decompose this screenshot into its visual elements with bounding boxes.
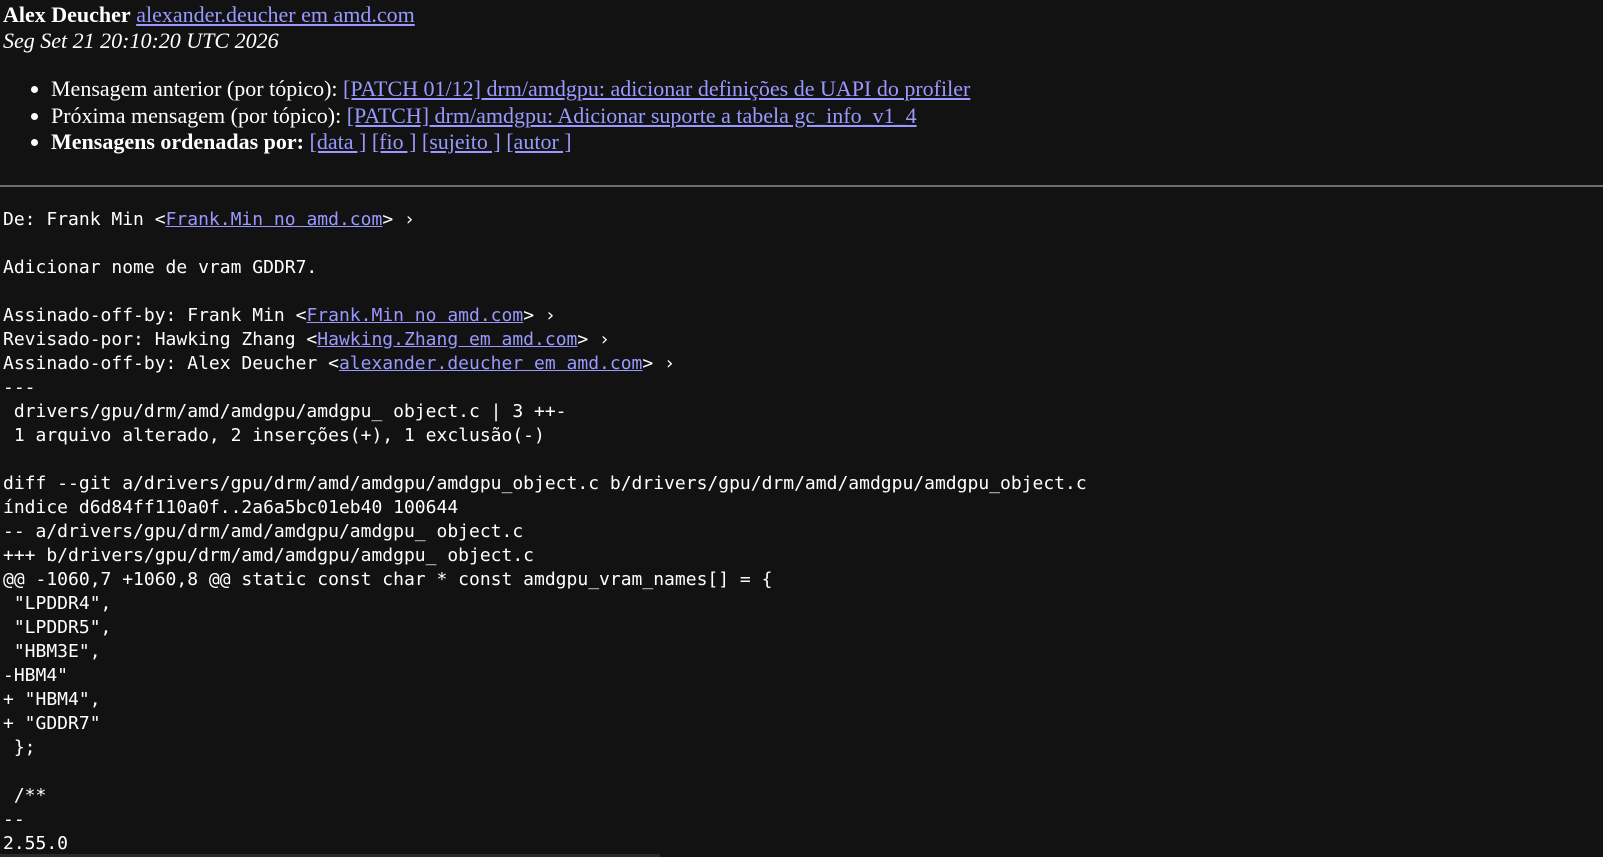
sort-by-label: Mensagens ordenadas por: bbox=[51, 129, 305, 154]
diff-line: /** bbox=[3, 785, 47, 806]
diff-line: -- a/drivers/gpu/drm/amd/amdgpu/amdgpu_ … bbox=[3, 521, 524, 542]
sort-by-date-link[interactable]: [data ] bbox=[310, 129, 367, 154]
from-line: De: Frank Min <Frank.Min no amd.com> › bbox=[3, 209, 415, 230]
diff-line: "LPDDR4", bbox=[3, 593, 112, 614]
diff-line: -HBM4" bbox=[3, 665, 69, 686]
signoff-frank-line: Assinado-off-by: Frank Min <Frank.Min no… bbox=[3, 305, 556, 326]
sort-by-thread-link[interactable]: [fio ] bbox=[372, 129, 417, 154]
diff-line: --- bbox=[3, 377, 36, 398]
diff-line: "LPDDR5", bbox=[3, 617, 112, 638]
diff-line: índice d6d84ff110a0f..2a6a5bc01eb40 1006… bbox=[3, 497, 459, 518]
from-suffix: > › bbox=[382, 209, 415, 230]
reviewed-by-email-link[interactable]: Hawking.Zhang em amd.com bbox=[317, 329, 577, 350]
message-header: Alex Deucher alexander.deucher em amd.co… bbox=[3, 2, 1603, 156]
diff-line: 2.55.0 bbox=[3, 833, 69, 854]
from-email-link[interactable]: Frank.Min no amd.com bbox=[166, 209, 383, 230]
signoff-alex-prefix: Assinado-off-by: Alex Deucher < bbox=[3, 353, 339, 374]
diff-line: drivers/gpu/drm/amd/amdgpu/amdgpu_ objec… bbox=[3, 401, 567, 422]
author-email-link[interactable]: alexander.deucher em amd.com bbox=[136, 2, 415, 27]
next-message-label: Próxima mensagem (por tópico): bbox=[51, 102, 342, 128]
diff-line: diff --git a/drivers/gpu/drm/amd/amdgpu/… bbox=[3, 473, 1087, 494]
diff-line: @@ -1060,7 +1060,8 @@ static const char … bbox=[3, 569, 773, 590]
reviewed-by-suffix: > › bbox=[577, 329, 610, 350]
signoff-alex-email-link[interactable]: alexander.deucher em amd.com bbox=[339, 353, 642, 374]
header-divider bbox=[0, 185, 1603, 187]
signoff-alex-suffix: > › bbox=[642, 353, 675, 374]
diff-line: 1 arquivo alterado, 2 inserções(+), 1 ex… bbox=[3, 425, 545, 446]
reviewed-by-prefix: Revisado-por: Hawking Zhang < bbox=[3, 329, 318, 350]
author-name: Alex Deucher bbox=[3, 2, 131, 27]
author-line: Alex Deucher alexander.deucher em amd.co… bbox=[3, 2, 1603, 28]
diff-line: +++ b/drivers/gpu/drm/amd/amdgpu/amdgpu_… bbox=[3, 545, 535, 566]
prev-message-link[interactable]: [PATCH 01/12] drm/amdgpu: adicionar defi… bbox=[343, 76, 970, 101]
signoff-frank-prefix: Assinado-off-by: Frank Min < bbox=[3, 305, 307, 326]
diff-line: "HBM3E", bbox=[3, 641, 101, 662]
message-date: Seg Set 21 20:10:20 UTC 2026 bbox=[3, 28, 279, 53]
prev-message-label: Mensagem anterior (por tópico): bbox=[51, 76, 338, 101]
next-message-item: Próxima mensagem (por tópico): [PATCH] d… bbox=[51, 103, 1603, 130]
signoff-frank-email-link[interactable]: Frank.Min no amd.com bbox=[306, 305, 523, 326]
signoff-alex-line: Assinado-off-by: Alex Deucher <alexander… bbox=[3, 353, 675, 374]
patch-description: Adicionar nome de vram GDDR7. bbox=[3, 257, 318, 278]
diff-line: }; bbox=[3, 737, 36, 758]
message-body: De: Frank Min <Frank.Min no amd.com> › A… bbox=[3, 208, 1087, 856]
sort-by-subject-link[interactable]: [sujeito ] bbox=[422, 129, 501, 154]
diff-line: -- bbox=[3, 809, 25, 830]
prev-message-item: Mensagem anterior (por tópico): [PATCH 0… bbox=[51, 76, 1603, 103]
next-message-link[interactable]: [PATCH] drm/amdgpu: Adicionar suporte a … bbox=[347, 103, 917, 128]
reviewed-by-line: Revisado-por: Hawking Zhang <Hawking.Zha… bbox=[3, 329, 610, 350]
from-prefix: De: Frank Min < bbox=[3, 209, 166, 230]
signoff-frank-suffix: > › bbox=[523, 305, 556, 326]
sort-by-author-link[interactable]: [autor ] bbox=[506, 129, 571, 154]
diff-line: + "GDDR7" bbox=[3, 713, 101, 734]
message-navigation: Mensagem anterior (por tópico): [PATCH 0… bbox=[3, 76, 1603, 156]
sort-by-item: Mensagens ordenadas por: [data ] [fio ] … bbox=[51, 129, 1603, 156]
diff-line: + "HBM4", bbox=[3, 689, 101, 710]
